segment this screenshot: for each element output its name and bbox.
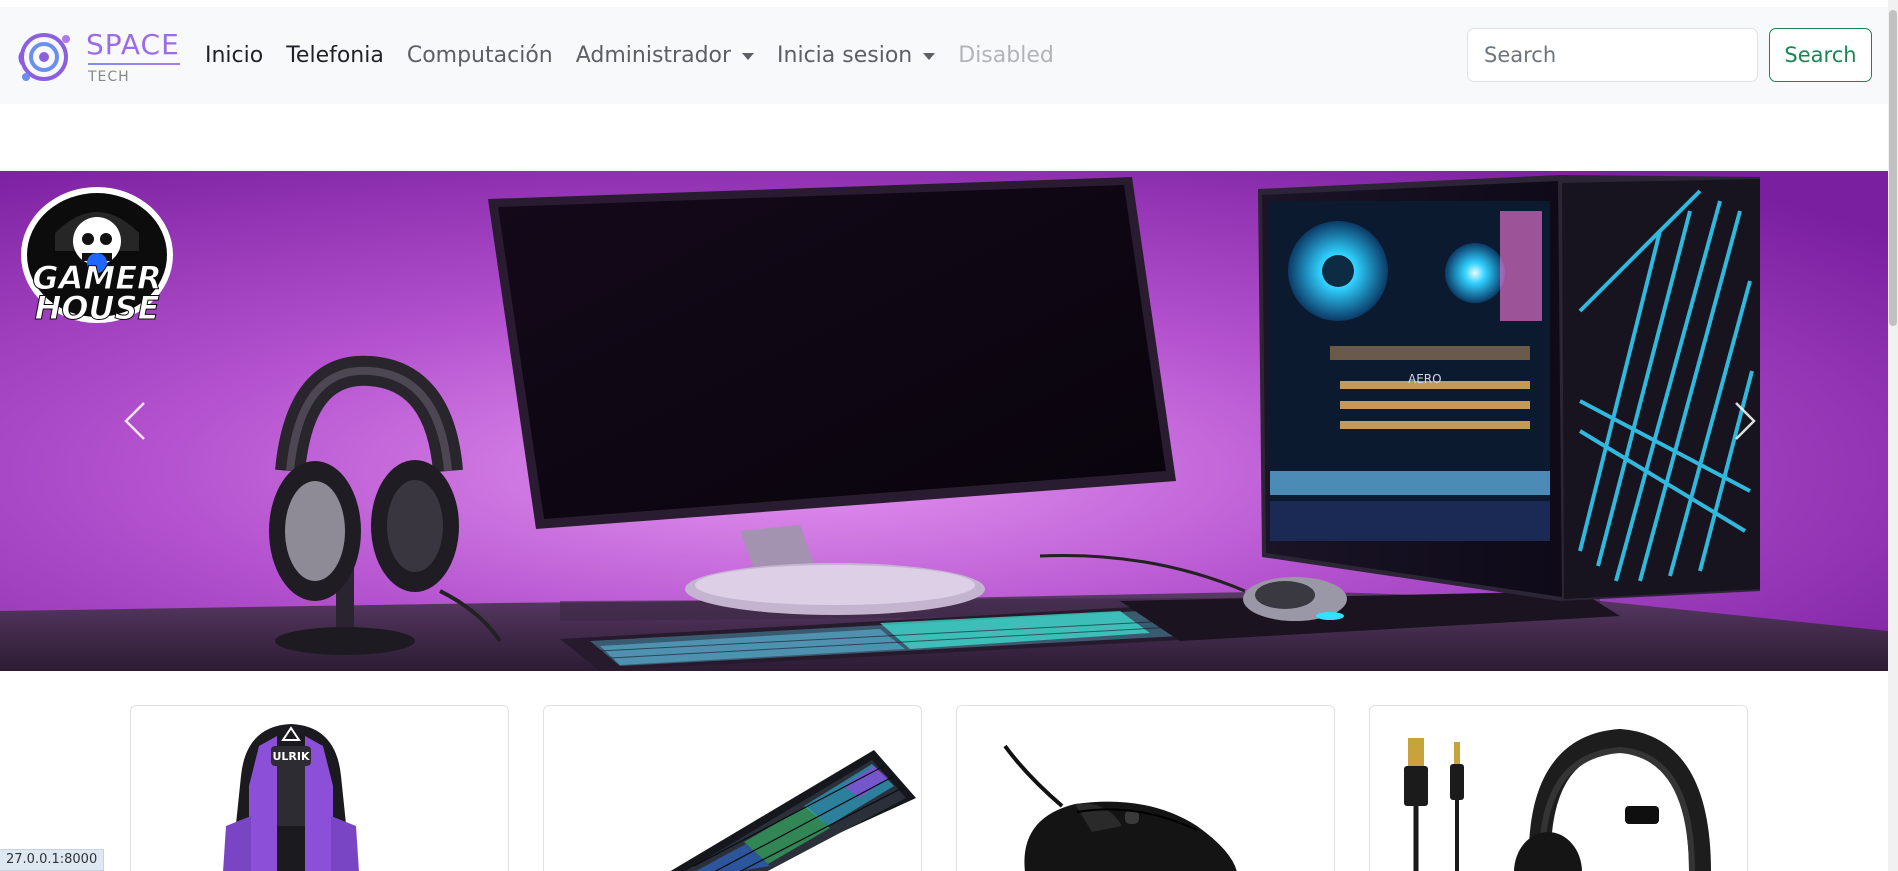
nav-dropdown-inicia-sesion-label: Inicia sesion: [777, 43, 913, 68]
chevron-right-icon: [1735, 402, 1756, 440]
hero-carousel: AERO GAMER HOUSE: [0, 171, 1888, 671]
brand-logo-icon: [18, 33, 70, 81]
nav-item-telefonia[interactable]: Telefonia: [286, 43, 384, 68]
top-strip: [0, 0, 1888, 7]
product-card-headset[interactable]: [1369, 705, 1748, 871]
page-scrollbar[interactable]: [1888, 0, 1898, 871]
product-card-chair[interactable]: ULRIK: [130, 705, 509, 871]
nav-dropdown-administrador[interactable]: Administrador: [575, 43, 755, 68]
navbar: SPACE TECH Inicio Telefonia Computación …: [0, 7, 1888, 104]
search-input[interactable]: [1467, 28, 1758, 82]
chevron-left-icon: [124, 402, 145, 440]
mouse-image: [1003, 744, 1237, 871]
carousel-next-button[interactable]: [1680, 171, 1810, 671]
gaming-chair-image: ULRIK: [223, 724, 359, 871]
brand-name-top: SPACE: [86, 27, 180, 61]
carousel-slide-image: AERO GAMER HOUSE: [0, 171, 1888, 671]
chair-brand-label: ULRIK: [272, 750, 310, 763]
product-card-keyboard[interactable]: [543, 705, 922, 871]
caret-down-icon: [742, 53, 755, 60]
headset-image: [1404, 728, 1711, 871]
scrollbar-thumb[interactable]: [1889, 10, 1897, 326]
caret-down-icon: [923, 53, 936, 60]
status-bar-url: 27.0.0.1:8000: [0, 849, 105, 871]
nav-dropdown-administrador-label: Administrador: [575, 43, 732, 68]
nav-dropdown-inicia-sesion[interactable]: Inicia sesion: [777, 43, 936, 68]
search-button[interactable]: Search: [1769, 28, 1872, 82]
product-card-mouse[interactable]: [956, 705, 1335, 871]
nav-menu: Inicio Telefonia Computación Administrad…: [205, 7, 1077, 104]
nav-item-disabled: Disabled: [958, 43, 1054, 68]
brand-logo[interactable]: SPACE TECH: [16, 22, 186, 92]
brand-name-bottom: TECH: [88, 68, 130, 85]
carousel-prev-button[interactable]: [70, 171, 200, 671]
nav-item-inicio[interactable]: Inicio: [205, 43, 263, 68]
page: SPACE TECH Inicio Telefonia Computación …: [0, 0, 1898, 871]
brand-divider: [88, 62, 180, 65]
product-cards: ULRIK: [0, 705, 1888, 871]
nav-item-computacion[interactable]: Computación: [407, 43, 553, 68]
keyboard-image: [670, 750, 916, 871]
case-label: AERO: [1408, 372, 1442, 386]
